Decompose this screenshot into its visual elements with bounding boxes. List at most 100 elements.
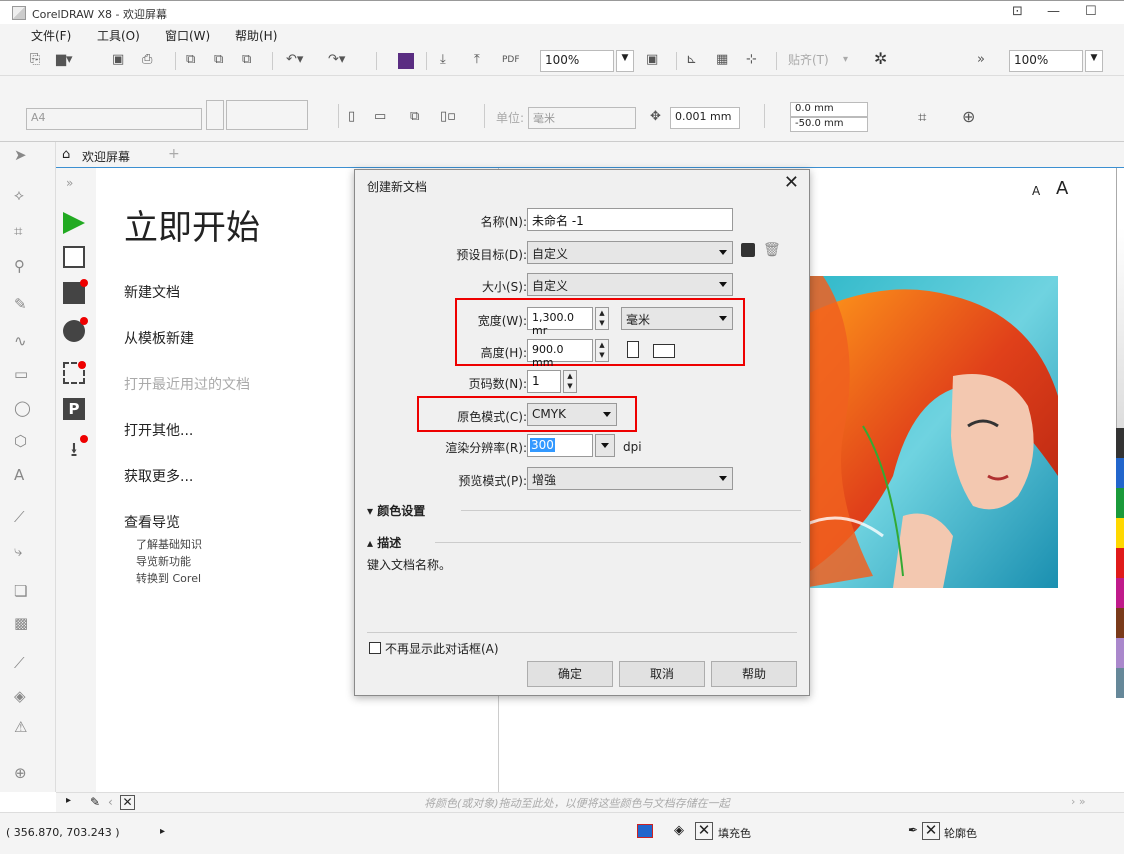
palette-scroll-left-icon[interactable]: ‹ [108, 795, 113, 809]
pick-tool-icon[interactable]: ➤ [14, 146, 27, 164]
add-tool-icon[interactable]: ⊕ [14, 764, 27, 782]
learn-basics-link[interactable]: 了解基础知识 [136, 536, 202, 552]
switch-to-corel-link[interactable]: 转换到 Corel [136, 570, 201, 586]
all-pages-icon[interactable]: ⧉ [410, 108, 419, 126]
resolution-input[interactable]: 300 [527, 434, 593, 457]
palette-scroll-right-icon[interactable]: › » [1071, 795, 1086, 808]
landscape-orientation-button[interactable] [653, 344, 675, 358]
status-expand-icon[interactable]: ▸ [160, 826, 165, 837]
crop-tool-icon[interactable]: ⌗ [14, 222, 22, 240]
paste-icon[interactable]: ⧉ [242, 51, 251, 69]
new-from-template-link[interactable]: 从模板新建 [124, 328, 194, 348]
fill-none-swatch[interactable]: ✕ [695, 822, 713, 840]
open-icon[interactable]: ▆▾ [56, 51, 73, 69]
guidelines-icon[interactable]: ⊹ [746, 51, 757, 69]
unit-dropdown[interactable]: 毫米 [621, 307, 733, 330]
height-stepper[interactable]: ▲ ▼ [595, 339, 609, 362]
no-color-swatch[interactable]: ✕ [120, 795, 135, 810]
full-screen-icon[interactable]: ▣ [646, 51, 658, 69]
options-gear-icon[interactable]: ✲ [874, 50, 887, 68]
menu-help[interactable]: 帮助(H) [235, 27, 277, 44]
preset-dropdown[interactable]: 自定义 [527, 241, 733, 264]
shape-tool-icon[interactable]: ⟡ [14, 186, 24, 204]
product-icon[interactable]: P [63, 398, 85, 420]
cancel-button[interactable]: 取消 [619, 661, 705, 687]
grid-icon[interactable]: ▦ [716, 51, 728, 69]
preview-dropdown[interactable]: 增強 [527, 467, 733, 490]
color-proof-icon[interactable] [637, 824, 653, 838]
get-more-link[interactable]: 获取更多... [124, 466, 193, 486]
new-tab-icon[interactable]: + [168, 146, 180, 162]
treat-as-filled-icon[interactable]: ⌗ [918, 108, 926, 126]
close-icon[interactable]: ✕ [784, 172, 799, 193]
landscape-icon[interactable]: ▭ [374, 108, 386, 126]
zoom-right-dropdown[interactable]: ▼ [1085, 50, 1103, 72]
interactive-fill-icon[interactable]: ◈ [14, 687, 26, 705]
font-larger-button[interactable]: A [1056, 178, 1068, 199]
minimize-button[interactable]: — [1047, 4, 1060, 19]
zoom-tool-icon[interactable]: ⚲ [14, 257, 25, 275]
redo-icon[interactable]: ↷▾ [328, 51, 345, 69]
new-document-icon[interactable]: ⎘ [30, 51, 40, 69]
new-features-link[interactable]: 导览新功能 [136, 553, 191, 569]
color-settings-section[interactable]: ▾ 颜色设置 [367, 502, 425, 519]
menu-file[interactable]: 文件(F) [31, 27, 71, 44]
eyedropper-icon[interactable]: ⟋ [14, 654, 25, 672]
rectangle-tool-icon[interactable]: ▭ [14, 365, 28, 383]
snap-to-dropdown[interactable]: 贴齐(T) [788, 51, 829, 69]
ellipse-tool-icon[interactable]: ◯ [14, 399, 31, 417]
smart-fill-icon[interactable]: ⚠ [14, 718, 27, 736]
copy-icon[interactable]: ⧉ [214, 51, 223, 69]
gallery-icon[interactable] [63, 361, 86, 384]
artistic-media-icon[interactable]: ∿ [14, 332, 27, 350]
pages-stepper[interactable]: ▲ ▼ [563, 370, 577, 393]
page-size-field[interactable]: A4 [26, 108, 202, 130]
tab-welcome[interactable]: 欢迎屏幕 [82, 148, 130, 165]
height-input[interactable]: 900.0 mm [527, 339, 593, 369]
info-icon[interactable] [63, 317, 88, 342]
add-icon[interactable]: ⊕ [962, 108, 975, 126]
polygon-tool-icon[interactable]: ⬡ [14, 432, 27, 450]
undo-icon[interactable]: ↶▾ [286, 51, 303, 69]
width-input[interactable]: 1,300.0 mr [527, 307, 593, 337]
print-icon[interactable]: ⎙ [142, 51, 152, 69]
connector-tool-icon[interactable]: ⤷ [14, 542, 22, 560]
color-mode-dropdown[interactable]: CMYK [527, 403, 617, 426]
eyedropper-palette-icon[interactable]: ✎ [90, 795, 100, 809]
menu-window[interactable]: 窗口(W) [165, 27, 210, 44]
portrait-orientation-button[interactable] [627, 341, 639, 358]
updates-icon[interactable]: ⭳ [63, 435, 88, 460]
duplicate-y-field[interactable]: -50.0 mm [790, 117, 868, 132]
text-tool-icon[interactable]: A [14, 466, 24, 484]
toolbar-overflow-icon[interactable]: » [977, 51, 985, 69]
menu-tools[interactable]: 工具(O) [97, 27, 140, 44]
duplicate-x-field[interactable]: 0.0 mm [790, 102, 868, 117]
whats-new-icon[interactable] [63, 279, 88, 304]
open-other-link[interactable]: 打开其他... [124, 420, 193, 440]
pages-input[interactable]: 1 [527, 370, 561, 393]
rulers-icon[interactable]: ⊾ [686, 51, 697, 69]
zoom-right-field[interactable]: 100% [1009, 50, 1083, 72]
portrait-icon[interactable]: ▯ [348, 108, 355, 126]
save-icon[interactable]: ▣ [112, 51, 124, 69]
zoom-dropdown[interactable]: ▼ [616, 50, 634, 72]
nudge-field[interactable]: 0.001 mm [670, 107, 740, 129]
palette-menu-icon[interactable]: ▸ [66, 795, 71, 806]
page-dimensions-field[interactable] [226, 100, 308, 130]
current-page-icon[interactable]: ▯▫ [440, 108, 456, 126]
name-input[interactable]: 未命名 -1 [527, 208, 733, 231]
drop-shadow-icon[interactable]: ❏ [14, 582, 27, 600]
snap-chevron-icon[interactable]: ▾ [843, 51, 848, 69]
get-started-icon[interactable] [63, 212, 85, 234]
workspace-icon[interactable] [63, 246, 85, 268]
open-recent-link[interactable]: 打开最近用过的文档 [124, 374, 250, 394]
cut-icon[interactable]: ⧉ [186, 51, 195, 69]
font-smaller-button[interactable]: A [1032, 184, 1040, 198]
pdf-icon[interactable]: PDF [502, 51, 520, 69]
width-stepper[interactable]: ▲ ▼ [595, 307, 609, 330]
maximize-button[interactable]: ☐ [1085, 4, 1097, 19]
ok-button[interactable]: 确定 [527, 661, 613, 687]
search-content-icon[interactable] [398, 53, 414, 69]
help-button[interactable]: 帮助 [711, 661, 797, 687]
export-icon[interactable]: ⤒ [474, 51, 480, 69]
